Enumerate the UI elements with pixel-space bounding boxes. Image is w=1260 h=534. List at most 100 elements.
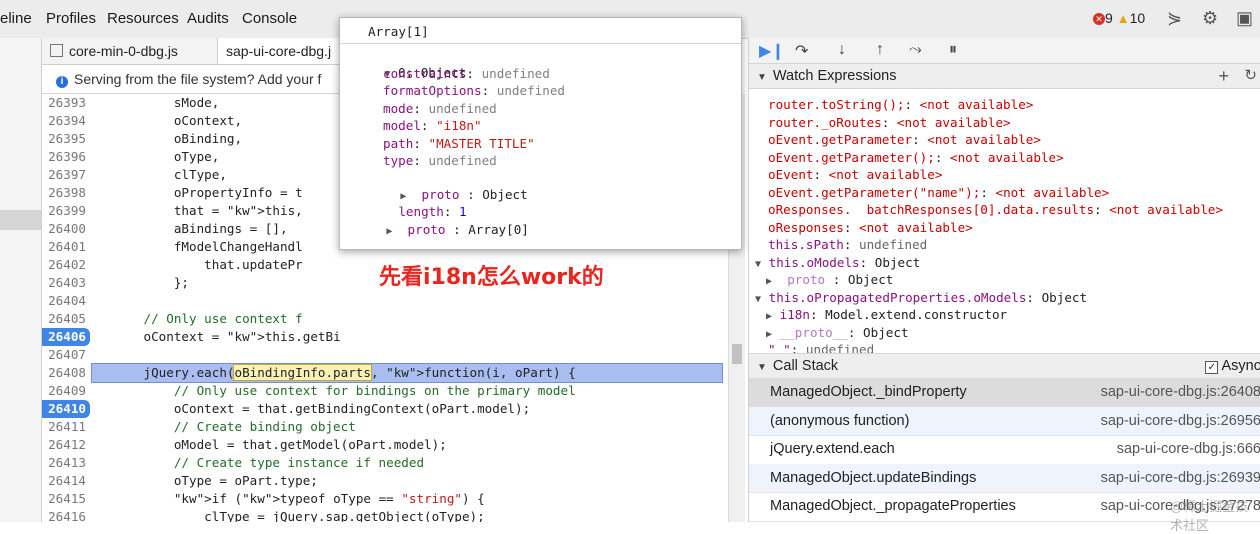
- resume-icon[interactable]: ▶❙: [759, 41, 785, 61]
- tab-profiles[interactable]: Profiles: [46, 10, 96, 27]
- code-line[interactable]: 26409 // Only use context for bindings o…: [42, 382, 728, 400]
- async-checkbox[interactable]: ✓: [1205, 361, 1218, 374]
- code-text: // Create binding object: [98, 418, 356, 436]
- call-frame-location[interactable]: sap-ui-core-dbg.js:26408: [1101, 378, 1260, 407]
- line-number[interactable]: 26408: [42, 364, 90, 382]
- call-frame[interactable]: ManagedObject._bindProperty sap-ui-core-d…: [749, 378, 1260, 408]
- line-number[interactable]: 26404: [42, 292, 90, 310]
- breakpoint-line-number[interactable]: 26410: [42, 400, 90, 418]
- tab-audits[interactable]: Audits: [187, 10, 229, 27]
- watch-expression[interactable]: oResponses. batchResponses[0].data.resul…: [768, 201, 1260, 219]
- call-frame-location[interactable]: sap-ui-core-dbg.js:26956: [1101, 407, 1260, 436]
- popover-proto-outer[interactable]: ▶ proto : Array[0]: [356, 204, 529, 221]
- watch-expression[interactable]: ▼ this.oModels: Object: [755, 254, 1260, 272]
- code-line[interactable]: 26407: [42, 346, 728, 364]
- error-icon: ✕: [1093, 13, 1105, 25]
- watch-list: router.toString();: <not available>route…: [749, 92, 1260, 354]
- code-line[interactable]: 26406 oContext = "kw">this.getBi: [42, 328, 728, 346]
- code-line[interactable]: 26413 // Create type instance if needed: [42, 454, 728, 472]
- line-number[interactable]: 26394: [42, 112, 90, 130]
- line-number[interactable]: 26403: [42, 274, 90, 292]
- code-line[interactable]: 26410 oContext = that.getBindingContext(…: [42, 400, 728, 418]
- code-text: // Only use context f: [98, 310, 303, 328]
- watch-expression[interactable]: router._oRoutes: <not available>: [768, 114, 1260, 132]
- tab-console[interactable]: Console: [242, 10, 297, 27]
- tab-resources[interactable]: Resources: [107, 10, 179, 27]
- step-into-icon[interactable]: ↓: [838, 41, 846, 59]
- watch-child[interactable]: ▶ i18n: Model.extend.constructor: [766, 306, 1260, 324]
- code-line[interactable]: 26412 oModel = that.getModel(oPart.model…: [42, 436, 728, 454]
- code-text: aBindings = [],: [98, 220, 288, 238]
- line-number[interactable]: 26393: [42, 94, 90, 112]
- popover-title: Array[1]: [368, 24, 429, 39]
- call-stack-header[interactable]: ▼Call Stack ✓ Async: [749, 353, 1260, 379]
- refresh-icon[interactable]: ↻: [1244, 64, 1257, 88]
- line-number[interactable]: 26398: [42, 184, 90, 202]
- popover-property: type: undefined: [383, 152, 497, 169]
- watch-expression[interactable]: oEvent: <not available>: [768, 166, 1260, 184]
- line-number[interactable]: 26401: [42, 238, 90, 256]
- error-warning-counts[interactable]: ✕9 ▲10: [1093, 10, 1145, 26]
- watch-expression[interactable]: router.toString();: <not available>: [768, 96, 1260, 114]
- console-drawer-icon[interactable]: ⋟: [1167, 8, 1182, 29]
- tab-timeline[interactable]: eline: [0, 10, 32, 27]
- line-number[interactable]: 26400: [42, 220, 90, 238]
- warning-count: 10: [1130, 10, 1146, 26]
- line-number[interactable]: 26411: [42, 418, 90, 436]
- breakpoint-line-number[interactable]: 26406: [42, 328, 90, 346]
- popover-proto-inner[interactable]: ▶ proto : Object: [370, 169, 528, 186]
- line-number[interactable]: 26409: [42, 382, 90, 400]
- watch-expression[interactable]: ▼ this.oPropagatedProperties.oModels: Ob…: [755, 289, 1260, 307]
- file-tab-core-min[interactable]: core-min-0-dbg.js: [42, 38, 218, 64]
- popover-root-node[interactable]: ▼ 0: Object: [354, 47, 466, 64]
- watch-expressions-header[interactable]: ▼Watch Expressions + ↻: [749, 63, 1260, 89]
- call-frame[interactable]: ManagedObject.updateBindings sap-ui-core-…: [749, 464, 1260, 494]
- code-text: oType,: [98, 148, 219, 166]
- step-out-icon[interactable]: ↑: [876, 41, 884, 59]
- code-line[interactable]: 26408 jQuery.each(oBindingInfo.parts, "k…: [42, 364, 728, 382]
- code-line[interactable]: 26414 oType = oPart.type;: [42, 472, 728, 490]
- gear-icon[interactable]: ⚙: [1202, 8, 1218, 29]
- watch-child[interactable]: ▶ proto : Object: [766, 271, 1260, 289]
- watch-expression[interactable]: oResponses: <not available>: [768, 219, 1260, 237]
- watch-child[interactable]: ▶ __proto__: Object: [766, 324, 1260, 342]
- file-tab-sap-ui-core[interactable]: sap-ui-core-dbg.j: [218, 38, 343, 64]
- line-number[interactable]: 26399: [42, 202, 90, 220]
- line-number[interactable]: 26405: [42, 310, 90, 328]
- file-icon: [50, 44, 63, 57]
- line-number[interactable]: 26396: [42, 148, 90, 166]
- watch-expression[interactable]: oEvent.getParameter("name");: <not avail…: [768, 184, 1260, 202]
- call-frame[interactable]: (anonymous function)sap-ui-core-dbg.js:2…: [749, 407, 1260, 437]
- code-line[interactable]: 26404: [42, 292, 728, 310]
- code-line[interactable]: 26416 clType = jQuery.sap.getObject(oTyp…: [42, 508, 728, 522]
- watch-expression[interactable]: this.sPath: undefined: [768, 236, 1260, 254]
- call-frame[interactable]: jQuery.extend.each sap-ui-core-dbg.js:666: [749, 435, 1260, 465]
- call-frame-function: jQuery.extend.each: [770, 435, 895, 464]
- line-number[interactable]: 26407: [42, 346, 90, 364]
- deactivate-breakpoints-icon[interactable]: ⤳: [909, 41, 922, 59]
- code-text: clType = jQuery.sap.getObject(oType);: [98, 508, 485, 522]
- line-number[interactable]: 26416: [42, 508, 90, 522]
- line-number[interactable]: 26395: [42, 130, 90, 148]
- line-number[interactable]: 26402: [42, 256, 90, 274]
- pause-on-exceptions-icon[interactable]: ⏸: [949, 41, 957, 59]
- code-line[interactable]: 26405 // Only use context f: [42, 310, 728, 328]
- line-number[interactable]: 26412: [42, 436, 90, 454]
- call-frame-function: ManagedObject._bindProperty: [770, 378, 967, 407]
- code-line[interactable]: 26415 "kw">if ("kw">typeof oType == "str…: [42, 490, 728, 508]
- call-frame-location[interactable]: sap-ui-core-dbg.js:26939: [1101, 464, 1260, 493]
- line-number[interactable]: 26414: [42, 472, 90, 490]
- popover-property: path: "MASTER TITLE": [383, 135, 535, 152]
- step-over-icon[interactable]: ↷: [795, 41, 808, 61]
- dock-icon[interactable]: ▣: [1236, 8, 1253, 29]
- add-icon[interactable]: +: [1218, 64, 1229, 88]
- line-number[interactable]: 26413: [42, 454, 90, 472]
- call-frame-location[interactable]: sap-ui-core-dbg.js:666: [1117, 435, 1260, 464]
- code-text: jQuery.each(oBindingInfo.parts, "kw">fun…: [92, 364, 722, 382]
- call-frame-function: ManagedObject.updateBindings: [770, 464, 976, 493]
- line-number[interactable]: 26397: [42, 166, 90, 184]
- line-number[interactable]: 26415: [42, 490, 90, 508]
- code-line[interactable]: 26411 // Create binding object: [42, 418, 728, 436]
- watch-expression[interactable]: oEvent.getParameter: <not available>: [768, 131, 1260, 149]
- watch-expression[interactable]: oEvent.getParameter();: <not available>: [768, 149, 1260, 167]
